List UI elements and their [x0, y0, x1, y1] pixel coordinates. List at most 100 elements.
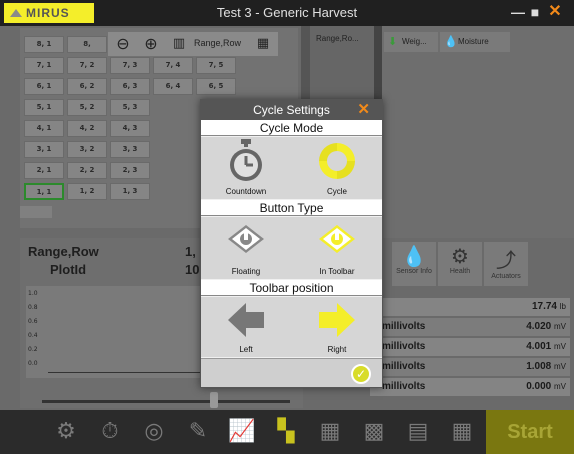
grid-cell[interactable]: 7, 3: [110, 57, 150, 74]
slider-track[interactable]: [42, 400, 290, 403]
gauge-icon[interactable]: ◎: [140, 418, 168, 446]
sensor-row: millivolts 1.008 mV: [370, 358, 570, 376]
toolbar-position-options: Left Right: [201, 297, 382, 357]
grid-cell[interactable]: 4, 3: [110, 120, 150, 137]
dialog-close-button[interactable]: ✕: [357, 100, 370, 120]
grid-cell[interactable]: 3, 2: [67, 141, 107, 158]
map-icon[interactable]: ▦: [316, 418, 344, 446]
weight-icon: ⬇: [388, 36, 398, 48]
grid-cell[interactable]: 1, 3: [110, 183, 150, 200]
table-icon[interactable]: ▤: [404, 418, 432, 446]
sensor-row-name: millivolts: [382, 361, 426, 372]
title-bar: MIRUS Test 3 - Generic Harvest — ■ ✕: [0, 0, 574, 26]
stopwatch-icon[interactable]: ⏱: [96, 418, 124, 446]
tab-actuators[interactable]: ⤴ Actuators: [484, 242, 528, 286]
grid-cell[interactable]: 8,: [67, 36, 107, 53]
close-window-button[interactable]: ✕: [547, 3, 563, 21]
tab-health[interactable]: ⚙ Health: [438, 242, 482, 286]
maximize-button[interactable]: ■: [527, 3, 543, 21]
dialog-header: Cycle Settings ✕: [201, 100, 382, 120]
option-left[interactable]: [201, 297, 291, 343]
spreadsheet-icon[interactable]: ▦: [448, 418, 476, 446]
sensor-value-unit: mV: [554, 322, 566, 331]
button-type-options: Floating In Toolbar: [201, 217, 382, 279]
range-row-icon[interactable]: ▥: [170, 35, 188, 53]
sensor-value-unit: mV: [554, 362, 566, 371]
grid-icon[interactable]: ▩: [360, 418, 388, 446]
plotid-label: PlotId: [50, 262, 87, 277]
grid-cell[interactable]: 6, 5: [196, 78, 236, 95]
zoom-out-icon[interactable]: ⊖: [114, 35, 132, 53]
plotid-value: 10: [185, 262, 200, 277]
grid-cell[interactable]: 7, 5: [196, 57, 236, 74]
sensor-row: 17.74 lb: [370, 298, 570, 316]
cycle-settings-dialog: Cycle Settings ✕ Cycle Mode Countdown Cy…: [200, 99, 383, 388]
pencil-icon[interactable]: ✎: [184, 418, 212, 446]
grid-cell[interactable]: 7, 4: [153, 57, 193, 74]
sensor-value-number: 4.001: [526, 341, 552, 352]
moisture-icon: 💧: [444, 36, 458, 48]
dialog-title: Cycle Settings: [253, 103, 330, 117]
grid-cell[interactable]: 5, 1: [24, 99, 64, 116]
zoom-in-icon[interactable]: ⊕: [142, 35, 160, 53]
sensor-value-unit: mV: [554, 342, 566, 351]
sensor-value-number: 17.74: [531, 301, 557, 312]
series-tabs: ⬇ Weig... 💧 Moisture: [382, 26, 574, 241]
slider-thumb[interactable]: [210, 392, 218, 408]
range-row-label[interactable]: Range,Row: [194, 38, 241, 48]
sensor-row-name: millivolts: [382, 381, 426, 392]
option-right[interactable]: [292, 297, 382, 343]
grid-cell[interactable]: 2, 1: [24, 162, 64, 179]
grid-cell[interactable]: 2, 2: [67, 162, 107, 179]
grid-cell[interactable]: 1, 2: [67, 183, 107, 200]
start-button[interactable]: Start: [486, 410, 574, 454]
option-in-toolbar[interactable]: [292, 217, 382, 265]
grid-cell[interactable]: 5, 3: [110, 99, 150, 116]
floating-label: Floating: [231, 267, 261, 276]
grid-cell[interactable]: 4, 1: [24, 120, 64, 137]
sensor-row-value: 17.74 lb: [532, 301, 566, 312]
option-cycle[interactable]: [292, 137, 382, 187]
mini-chart-tick-label: 0.4: [28, 332, 38, 339]
grid-cell[interactable]: 6, 1: [24, 78, 64, 95]
tab-sensor-info[interactable]: 💧 Sensor Info: [392, 242, 436, 286]
sensor-row-name: millivolts: [382, 321, 426, 332]
stopwatch-icon: [230, 139, 262, 181]
sensor-row: millivolts 4.020 mV: [370, 318, 570, 336]
option-countdown[interactable]: [201, 137, 291, 187]
tab-weight[interactable]: ⬇ Weig...: [384, 32, 438, 52]
grid-cell[interactable]: 6, 3: [110, 78, 150, 95]
grid-cell[interactable]: 6, 4: [153, 78, 193, 95]
in-toolbar-label: In Toolbar: [319, 267, 355, 276]
mini-chart-tick-label: 1.0: [28, 290, 38, 297]
grid-floating-toolbar: ⊖ ⊕ ▥ Range,Row ▦: [108, 32, 278, 56]
tab-moisture-label: Moisture: [458, 37, 489, 46]
grid-cell[interactable]: 6, 2: [67, 78, 107, 95]
grid-cell[interactable]: 2, 3: [110, 162, 150, 179]
grid-cell[interactable]: 3, 1: [24, 141, 64, 158]
grid-cell[interactable]: 7, 2: [67, 57, 107, 74]
confirm-check-button[interactable]: ✓: [351, 364, 371, 384]
settings-gears-icon[interactable]: ⚙: [52, 418, 80, 446]
mini-chart-tick-label: 0.6: [28, 318, 38, 325]
grid-cell[interactable]: 7, 1: [24, 57, 64, 74]
grid-cell[interactable]: 1, 1: [24, 183, 64, 200]
sensor-row-value: 4.001 mV: [526, 341, 566, 352]
grid-cell[interactable]: 3, 3: [110, 141, 150, 158]
minimize-button[interactable]: —: [510, 3, 526, 21]
left-label: Left: [239, 345, 253, 354]
grid-layout-icon[interactable]: ▦: [254, 35, 272, 53]
window-title: Test 3 - Generic Harvest: [216, 5, 358, 20]
floating-button-icon: [228, 225, 264, 253]
sensor-row: millivolts 0.000 mV: [370, 378, 570, 396]
sensor-row-value: 4.020 mV: [526, 321, 566, 332]
tab-moisture[interactable]: 💧 Moisture: [440, 32, 510, 52]
grid-cell[interactable]: 5, 2: [67, 99, 107, 116]
chart-icon[interactable]: 📈: [228, 418, 256, 446]
grid-hscroll-thumb[interactable]: [20, 206, 52, 218]
grid-cell[interactable]: 4, 2: [67, 120, 107, 137]
sensor-value-number: 4.020: [526, 321, 552, 332]
option-floating[interactable]: [201, 217, 291, 265]
grid-cell[interactable]: 8, 1: [24, 36, 64, 53]
layout-grid-icon[interactable]: ▚: [272, 418, 300, 446]
